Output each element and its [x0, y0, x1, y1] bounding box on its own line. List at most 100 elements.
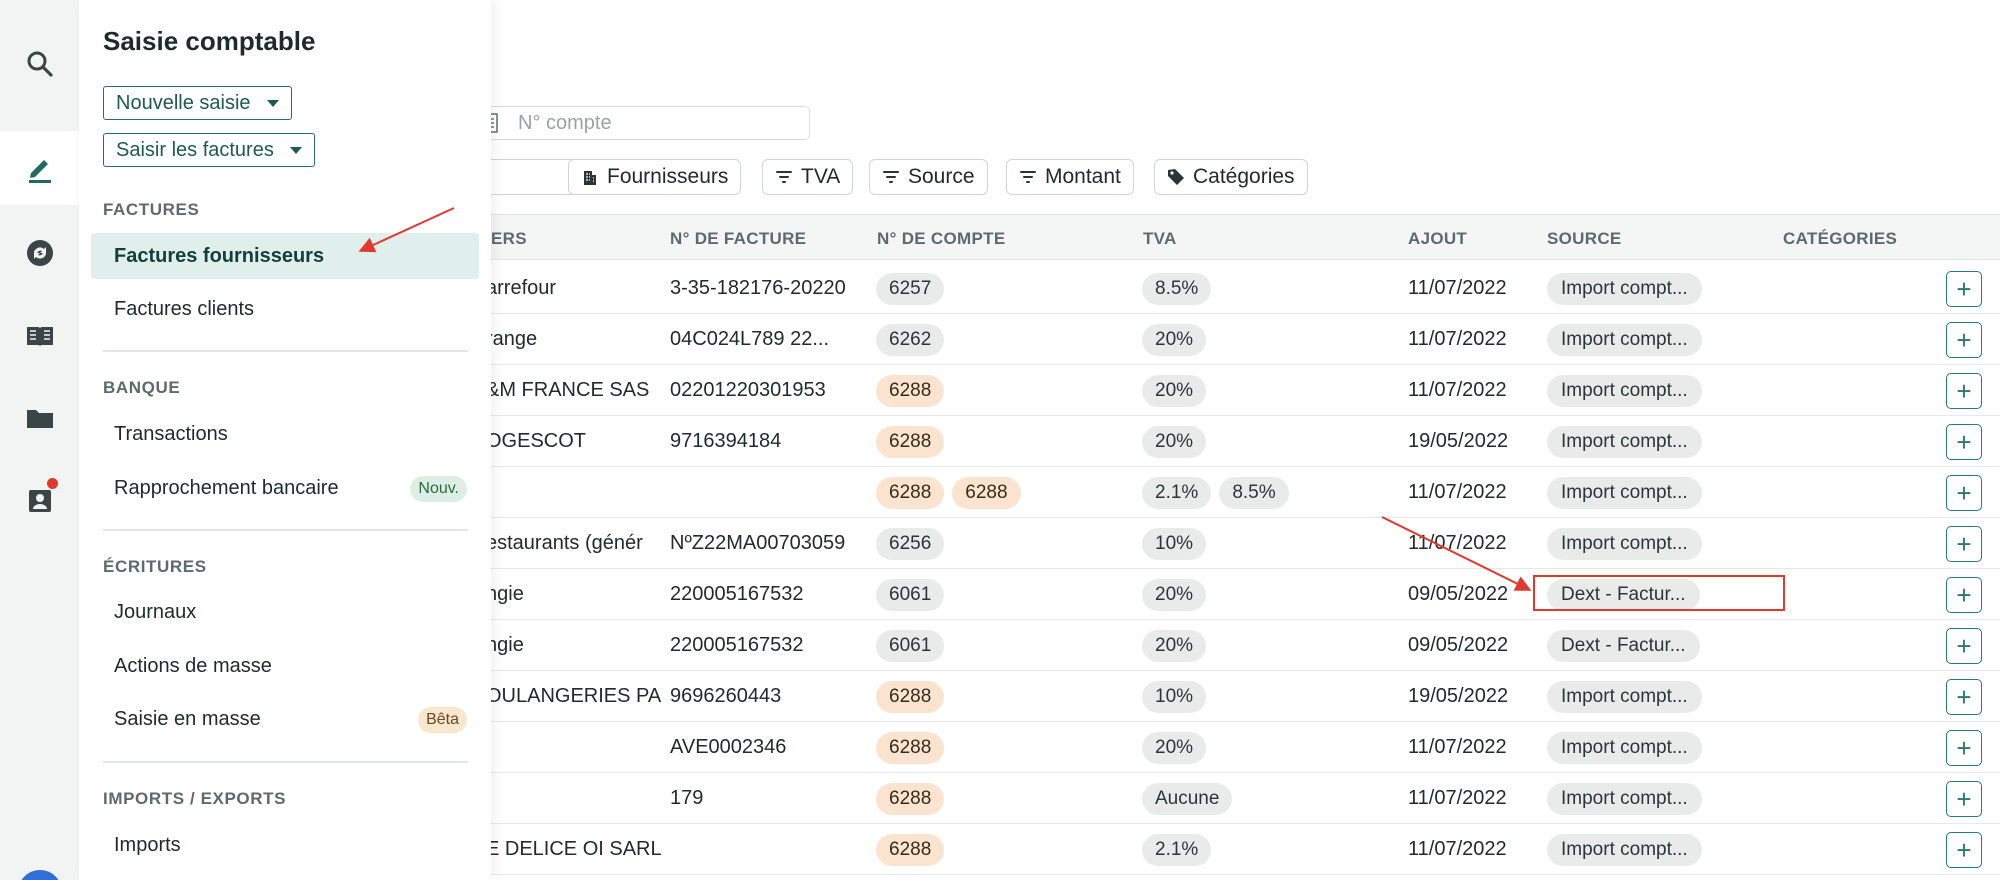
avatar[interactable]: [18, 870, 62, 880]
account-cell: 6262: [876, 314, 1136, 365]
nav-factures-fournisseurs-label: Factures fournisseurs: [114, 244, 325, 267]
nav-saisie-en-masse-label: Saisie en masse: [114, 707, 261, 730]
source-cell: Import compt...: [1547, 518, 1767, 569]
filter-source-label: Source: [908, 165, 975, 188]
icon-rail: [0, 0, 79, 880]
header-ajout[interactable]: AJOUT: [1408, 229, 1467, 249]
book-icon[interactable]: [0, 299, 79, 373]
add-category-button[interactable]: +: [1946, 730, 1982, 766]
tva-cell: 10%: [1142, 671, 1392, 722]
saisir-factures-dropdown[interactable]: Saisir les factures: [103, 133, 315, 167]
nav-rapprochement-label: Rapprochement bancaire: [114, 476, 339, 499]
section-factures: FACTURES: [103, 200, 200, 219]
nav-journaux[interactable]: Journaux: [91, 589, 479, 635]
date-added-cell: 11/07/2022: [1408, 379, 1507, 401]
add-category-button[interactable]: +: [1946, 832, 1982, 868]
nav-actions-de-masse-label: Actions de masse: [114, 654, 272, 677]
account-chip: 6288: [876, 680, 945, 713]
account-cell: 6061: [876, 620, 1136, 671]
source-cell: Import compt...: [1547, 467, 1767, 518]
date-added-cell: 11/07/2022: [1408, 328, 1507, 350]
divider: [103, 761, 468, 763]
source-cell: Import compt...: [1547, 671, 1767, 722]
filter-montant[interactable]: Montant: [1006, 159, 1134, 195]
add-category-button[interactable]: +: [1946, 781, 1982, 817]
add-category-button[interactable]: +: [1946, 577, 1982, 613]
source-chip: Import compt...: [1547, 833, 1702, 866]
nav-transactions[interactable]: Transactions: [91, 411, 479, 457]
date-added-cell: 11/07/2022: [1408, 736, 1507, 758]
source-cell: Import compt...: [1547, 722, 1767, 773]
account-number-filter[interactable]: N° compte: [479, 106, 810, 140]
filter-lines-icon: [883, 171, 899, 183]
invoice-number-cell: 220005167532: [670, 583, 804, 605]
source-cell: Import compt...: [1547, 824, 1767, 875]
invoice-number-cell: 02201220301953: [670, 379, 826, 401]
tva-chip: 2.1%: [1142, 833, 1212, 866]
contact-icon[interactable]: [0, 463, 79, 537]
filter-lines-icon: [1020, 171, 1036, 183]
nav-transactions-label: Transactions: [114, 422, 228, 445]
invoice-number-cell: NºZ22MA00703059: [670, 532, 846, 554]
tiers-cell: OULANGERIES PA: [486, 685, 662, 707]
header-categories[interactable]: CATÉGORIES: [1783, 229, 1897, 249]
tiers-cell: ngie: [486, 583, 524, 605]
nav-rapprochement-bancaire[interactable]: Rapprochement bancaire Nouv.: [91, 465, 479, 511]
account-chip: 6256: [876, 527, 945, 560]
nav-imports[interactable]: Imports: [91, 822, 479, 868]
invoice-number-cell: 220005167532: [670, 634, 804, 656]
nouvelle-saisie-dropdown[interactable]: Nouvelle saisie: [103, 86, 292, 120]
new-badge: Nouv.: [410, 476, 467, 502]
account-chip: 6288: [876, 782, 945, 815]
account-cell: 6288: [876, 773, 1136, 824]
folder-icon[interactable]: [0, 381, 79, 455]
sync-icon[interactable]: [0, 216, 79, 290]
date-added-cell: 11/07/2022: [1408, 481, 1507, 503]
pen-icon[interactable]: [0, 131, 79, 205]
account-chip: 6288: [876, 476, 945, 509]
filter-fournisseurs[interactable]: Fournisseurs: [568, 159, 742, 195]
add-category-button[interactable]: +: [1946, 271, 1982, 307]
source-cell: Import compt...: [1547, 263, 1767, 314]
nav-imports-label: Imports: [114, 833, 181, 856]
header-tva[interactable]: TVA: [1143, 229, 1177, 249]
account-chip: 6288: [876, 374, 945, 407]
header-source[interactable]: SOURCE: [1547, 229, 1622, 249]
nav-factures-clients[interactable]: Factures clients: [91, 286, 479, 332]
add-category-button[interactable]: +: [1946, 424, 1982, 460]
filter-categories-label: Catégories: [1193, 165, 1295, 188]
account-cell: 6288: [876, 824, 1136, 875]
header-account-number[interactable]: N° DE COMPTE: [877, 229, 1005, 249]
header-invoice-number[interactable]: N° DE FACTURE: [670, 229, 806, 249]
date-added-cell: 09/05/2022: [1408, 634, 1509, 656]
nav-factures-fournisseurs[interactable]: Factures fournisseurs: [91, 233, 479, 279]
add-category-button[interactable]: +: [1946, 322, 1982, 358]
nav-saisie-en-masse[interactable]: Saisie en masse Bêta: [91, 696, 479, 742]
tva-chip: 10%: [1142, 680, 1207, 713]
add-category-button[interactable]: +: [1946, 679, 1982, 715]
tiers-cell: arrefour: [486, 277, 557, 299]
add-category-button[interactable]: +: [1946, 526, 1982, 562]
header-tiers[interactable]: IERS: [486, 229, 527, 249]
add-category-button[interactable]: +: [1946, 373, 1982, 409]
search-icon[interactable]: [0, 27, 79, 101]
nav-actions-de-masse[interactable]: Actions de masse: [91, 643, 479, 689]
source-chip: Import compt...: [1547, 731, 1702, 764]
filter-tva[interactable]: TVA: [762, 159, 854, 195]
filter-categories[interactable]: Catégories: [1154, 159, 1308, 195]
tva-chip: 2.1%: [1142, 476, 1212, 509]
account-cell: 6288: [876, 671, 1136, 722]
tva-cell: 20%: [1142, 416, 1392, 467]
tiers-cell: E DELICE OI SARL: [486, 838, 662, 860]
tiers-cell: range: [486, 328, 538, 350]
account-number-placeholder: N° compte: [518, 111, 612, 134]
filter-source[interactable]: Source: [869, 159, 988, 195]
add-category-button[interactable]: +: [1946, 628, 1982, 664]
source-chip: Import compt...: [1547, 272, 1702, 305]
tva-chip: Aucune: [1142, 782, 1233, 815]
account-chip: 6262: [876, 323, 945, 356]
date-added-cell: 09/05/2022: [1408, 583, 1509, 605]
account-chip: 6288: [876, 731, 945, 764]
invoice-number-cell: 9716394184: [670, 430, 782, 452]
add-category-button[interactable]: +: [1946, 475, 1982, 511]
